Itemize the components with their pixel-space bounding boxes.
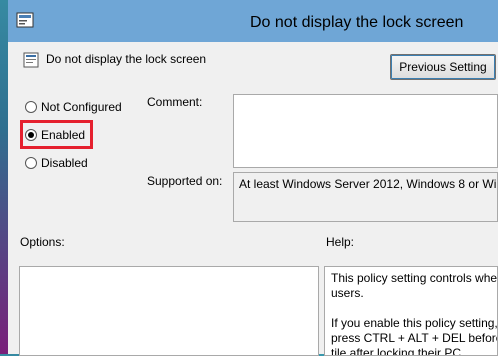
options-label: Options: <box>20 235 65 249</box>
enabled-highlight-box <box>20 120 93 149</box>
comment-label: Comment: <box>147 95 203 109</box>
radio-disabled[interactable]: Disabled <box>25 156 88 170</box>
window-title: Do not display the lock screen <box>250 14 464 31</box>
help-text-line: users. <box>331 286 364 300</box>
radio-not-configured[interactable]: Not Configured <box>25 100 122 114</box>
help-text-line: tile after locking their PC. <box>331 346 465 356</box>
supported-on-label: Supported on: <box>147 174 223 188</box>
help-text-line: This policy setting controls whe <box>331 271 498 285</box>
policy-app-icon <box>16 12 34 28</box>
radio-disabled-label: Disabled <box>41 156 88 170</box>
help-pane[interactable]: This policy setting controls whe users. … <box>324 266 498 356</box>
supported-on-field: At least Windows Server 2012, Windows 8 … <box>233 172 498 222</box>
comment-textarea[interactable] <box>233 94 498 168</box>
dialog-body: Do not display the lock screen Previous … <box>8 42 498 356</box>
title-bar[interactable]: Do not display the lock screen <box>8 0 498 42</box>
supported-on-value: At least Windows Server 2012, Windows 8 … <box>239 177 498 191</box>
help-text-line: press CTRL + ALT + DEL before <box>331 331 498 345</box>
radio-disabled-circle[interactable] <box>25 157 37 169</box>
help-text-line: If you enable this policy setting, <box>331 316 498 330</box>
policy-name: Do not display the lock screen <box>46 52 207 66</box>
radio-not-configured-circle[interactable] <box>25 101 37 113</box>
help-label: Help: <box>326 235 355 249</box>
policy-dialog-window: Do not display the lock screen Do not di… <box>8 0 498 356</box>
radio-not-configured-label: Not Configured <box>41 100 122 114</box>
previous-setting-button[interactable]: Previous Setting <box>390 54 496 80</box>
options-pane[interactable] <box>19 266 319 356</box>
previous-setting-label: Previous Setting <box>399 60 487 74</box>
policy-setting-icon <box>23 52 39 68</box>
